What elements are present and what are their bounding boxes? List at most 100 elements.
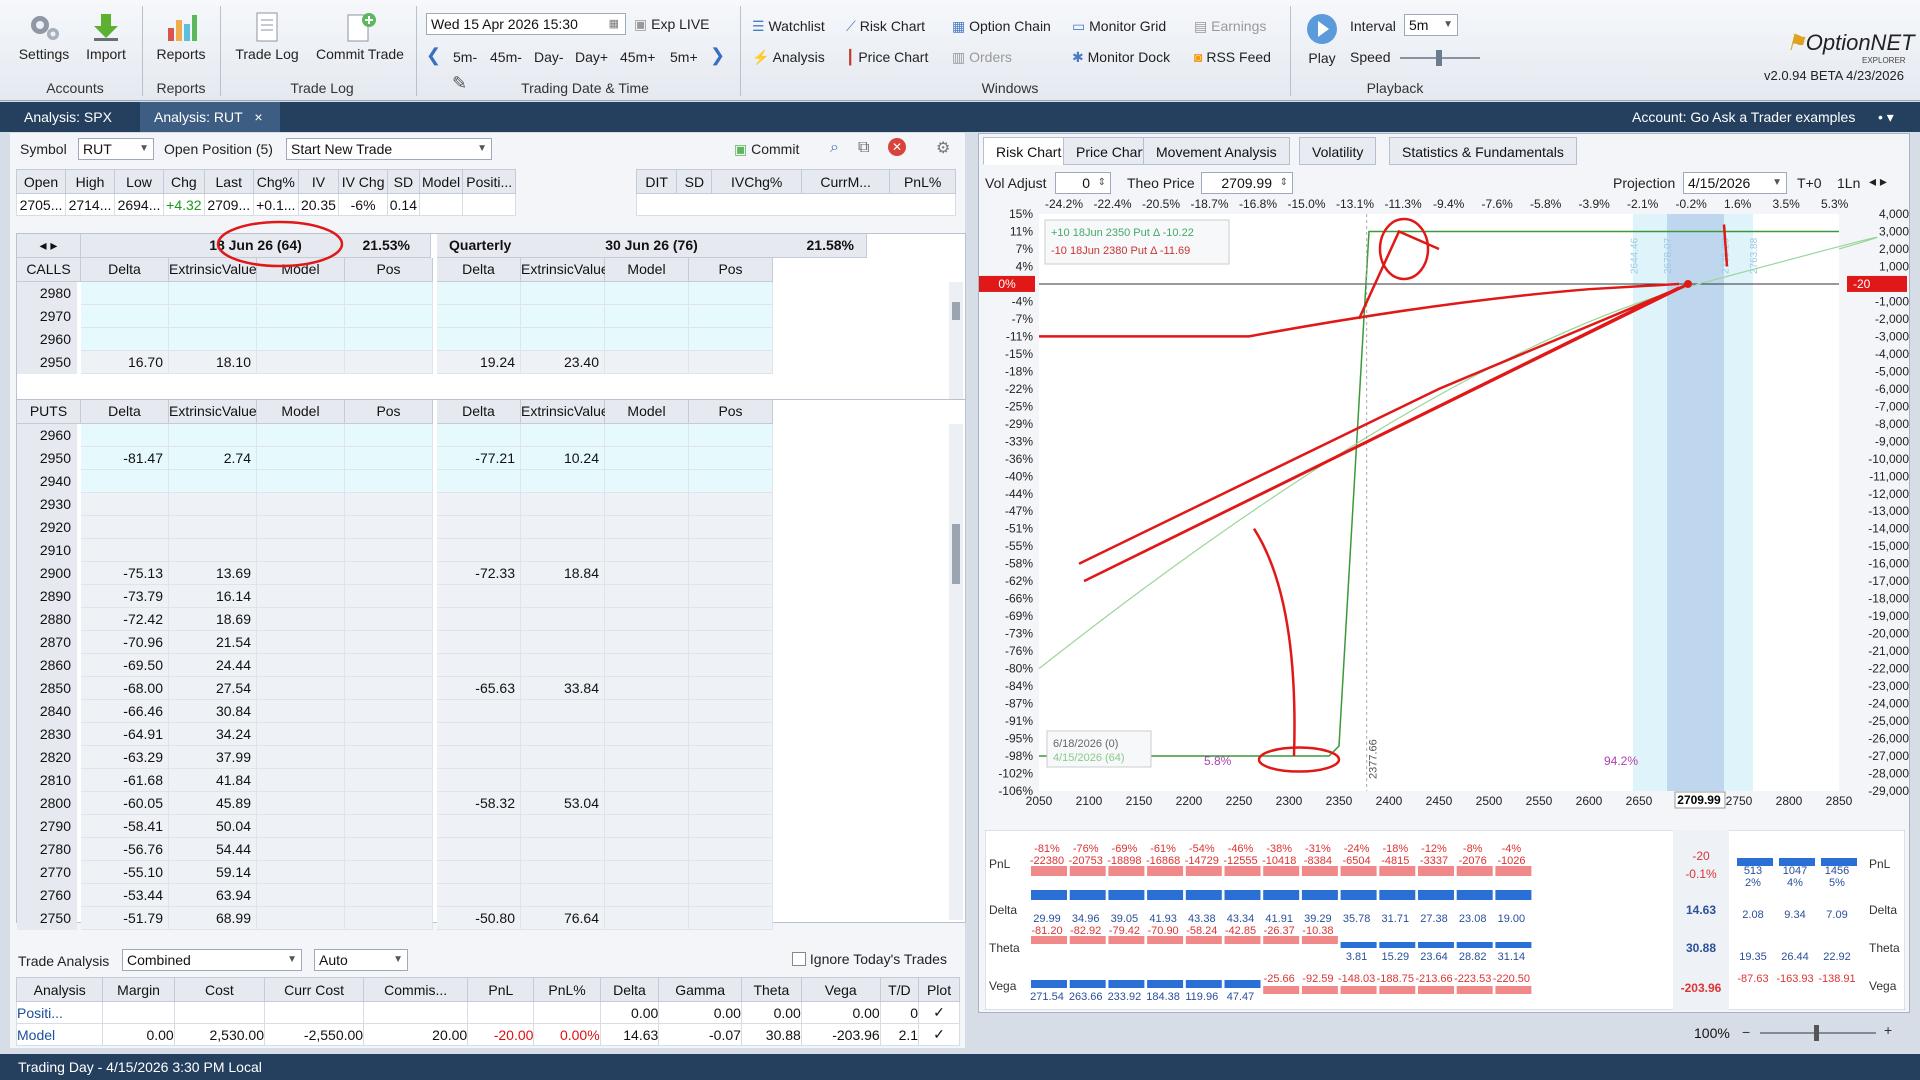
grid-cell[interactable] xyxy=(345,351,433,374)
grid-cell[interactable] xyxy=(605,838,689,861)
grid-cell[interactable] xyxy=(605,328,689,351)
option-row[interactable]: 2780 -56.76 54.44 xyxy=(17,838,947,861)
ta-header[interactable]: Theta xyxy=(740,977,802,1002)
option-row[interactable]: 2860 -69.50 24.44 xyxy=(17,654,947,677)
option-row[interactable]: 2950 16.70 18.10 19.24 23.40 xyxy=(17,351,947,374)
column-header[interactable]: Delta xyxy=(437,400,521,424)
ta-header[interactable]: Vega xyxy=(800,977,881,1002)
grid-cell[interactable] xyxy=(257,746,345,769)
interval-select[interactable]: 5m ▼ xyxy=(1404,14,1458,36)
monitor-dock-button[interactable]: ✱ Monitor Dock xyxy=(1072,49,1170,66)
slider-thumb[interactable] xyxy=(1436,50,1442,66)
grid-cell[interactable] xyxy=(345,792,433,815)
grid-cell[interactable] xyxy=(345,631,433,654)
nav-arrows-icon[interactable]: ◂ ▸ xyxy=(1869,173,1887,190)
grid-cell[interactable] xyxy=(345,493,433,516)
grid-cell[interactable] xyxy=(345,769,433,792)
quote-header-2[interactable]: PnL% xyxy=(889,169,956,194)
option-row[interactable]: 2940 xyxy=(17,470,947,493)
option-row[interactable]: 2770 -55.10 59.14 xyxy=(17,861,947,884)
grid-cell[interactable] xyxy=(689,516,773,539)
quote-header[interactable]: Chg% xyxy=(252,169,299,194)
step-day-forward[interactable]: Day+ xyxy=(575,49,608,65)
grid-cell[interactable] xyxy=(345,424,433,447)
line-count-label[interactable]: 1Ln xyxy=(1837,175,1860,191)
grid-cell[interactable] xyxy=(257,328,345,351)
grid-cell[interactable] xyxy=(689,328,773,351)
quote-header-2[interactable]: IVChg% xyxy=(711,169,802,194)
grid-cell[interactable] xyxy=(689,907,773,930)
grid-cell[interactable] xyxy=(345,677,433,700)
grid-cell[interactable] xyxy=(605,585,689,608)
projection-date-select[interactable]: 4/15/2026 ▼ xyxy=(1683,172,1787,194)
settings-button[interactable]: Settings xyxy=(14,12,74,62)
option-row[interactable]: 2920 xyxy=(17,516,947,539)
grid-cell[interactable] xyxy=(345,861,433,884)
grid-cell[interactable] xyxy=(605,305,689,328)
option-row[interactable]: 2750 -51.79 68.99 -50.80 76.64 xyxy=(17,907,947,930)
grid-cell[interactable] xyxy=(345,539,433,562)
grid-cell[interactable] xyxy=(689,815,773,838)
grid-cell[interactable] xyxy=(345,328,433,351)
analysis-button[interactable]: ⚡ Analysis xyxy=(752,49,825,66)
ta-header[interactable]: PnL% xyxy=(533,977,601,1002)
option-row[interactable]: 2870 -70.96 21.54 xyxy=(17,631,947,654)
grid-cell[interactable] xyxy=(605,470,689,493)
grid-cell[interactable] xyxy=(345,815,433,838)
quote-header-2[interactable]: SD xyxy=(676,169,713,194)
tab-movement-analysis[interactable]: Movement Analysis xyxy=(1143,137,1290,165)
grid-cell[interactable] xyxy=(689,700,773,723)
theo-price-input[interactable]: 2709.99 ⇕ xyxy=(1201,172,1293,194)
ta-header[interactable]: PnL xyxy=(467,977,535,1002)
quote-header[interactable]: Open xyxy=(16,169,66,194)
price-chart-button[interactable]: ┃ Price Chart xyxy=(846,49,928,66)
scroll-thumb[interactable] xyxy=(952,524,960,584)
grid-cell[interactable] xyxy=(689,884,773,907)
grid-cell[interactable] xyxy=(689,585,773,608)
trade-analysis-auto-select[interactable]: Auto ▼ xyxy=(314,949,408,971)
grid-cell[interactable] xyxy=(689,282,773,305)
grid-cell[interactable] xyxy=(605,884,689,907)
grid-cell[interactable] xyxy=(257,539,345,562)
column-header[interactable]: Pos xyxy=(689,258,773,282)
trade-select[interactable]: Start New Trade ▼ xyxy=(286,138,492,160)
column-header[interactable]: Model xyxy=(257,400,345,424)
rss-feed-button[interactable]: ◙ RSS Feed xyxy=(1194,49,1271,65)
column-header[interactable]: ExtrinsicValue xyxy=(521,400,609,424)
grid-cell[interactable] xyxy=(257,677,345,700)
grid-cell[interactable] xyxy=(689,539,773,562)
trade-log-button[interactable]: Trade Log xyxy=(230,12,304,62)
grid-cell[interactable] xyxy=(689,447,773,470)
close-icon[interactable]: × xyxy=(254,109,262,125)
spin-icon[interactable]: ⇕ xyxy=(1280,173,1288,193)
zoom-out-icon[interactable]: − xyxy=(1742,1024,1750,1040)
tab-analysis-spx[interactable]: Analysis: SPX xyxy=(10,102,126,132)
tab-risk-chart[interactable]: Risk Chart xyxy=(983,137,1075,165)
column-header[interactable]: Delta xyxy=(81,400,169,424)
spin-icon[interactable]: ⇕ xyxy=(1098,173,1106,193)
symbol-select[interactable]: RUT ▼ xyxy=(78,138,154,160)
option-row[interactable]: 2910 xyxy=(17,539,947,562)
grid-cell[interactable] xyxy=(605,562,689,585)
grid-cell[interactable] xyxy=(345,907,433,930)
quote-header-2[interactable]: CurrM... xyxy=(800,169,891,194)
grid-cell[interactable] xyxy=(689,424,773,447)
grid-cell[interactable] xyxy=(257,815,345,838)
grid-cell[interactable] xyxy=(257,351,345,374)
ta-header[interactable]: T/D xyxy=(879,977,920,1002)
grid-cell[interactable] xyxy=(257,792,345,815)
option-row[interactable]: 2760 -53.44 63.94 xyxy=(17,884,947,907)
risk-chart-button[interactable]: ⟋ Risk Chart xyxy=(846,18,925,35)
grid-cell[interactable] xyxy=(605,351,689,374)
grid-cell[interactable] xyxy=(605,447,689,470)
grid-cell[interactable] xyxy=(689,305,773,328)
option-row[interactable]: 2810 -61.68 41.84 xyxy=(17,769,947,792)
grid-cell[interactable] xyxy=(257,608,345,631)
grid-cell[interactable] xyxy=(345,305,433,328)
option-row[interactable]: 2790 -58.41 50.04 xyxy=(17,815,947,838)
grid-cell[interactable] xyxy=(257,585,345,608)
ta-row[interactable]: Positi... 0.00 0.00 0.00 0.00 0 ✓ xyxy=(15,1001,960,1024)
option-row[interactable]: 2880 -72.42 18.69 xyxy=(17,608,947,631)
step-45m-back[interactable]: 45m- xyxy=(490,49,522,65)
grid-cell[interactable] xyxy=(605,654,689,677)
